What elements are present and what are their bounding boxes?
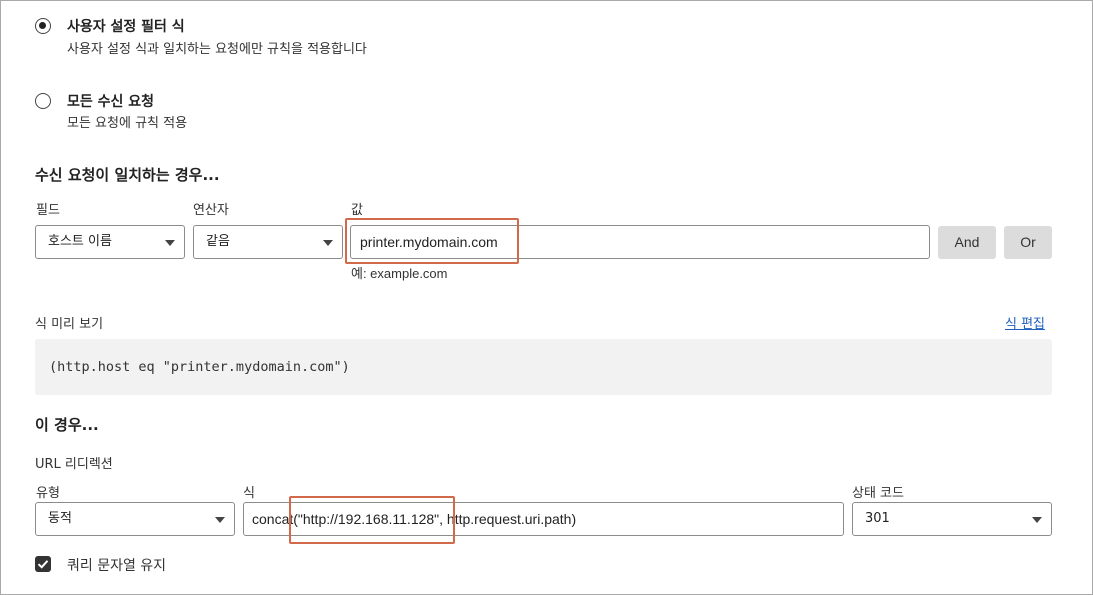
and-button[interactable]: And xyxy=(938,226,996,259)
status-code-select[interactable]: 301 xyxy=(852,502,1052,536)
expression-preview: (http.host eq "printer.mydomain.com") xyxy=(35,339,1052,395)
value-hint: 예: example.com xyxy=(351,266,448,281)
field-select-value: 호스트 이름 xyxy=(48,234,112,249)
expression-label: 식 xyxy=(243,486,255,501)
operator-select-value: 같음 xyxy=(206,234,230,249)
match-heading: 수신 요청이 일치하는 경우... xyxy=(35,166,220,184)
all-requests-radio[interactable] xyxy=(35,93,51,109)
edit-expression-link[interactable]: 식 편집 xyxy=(1005,313,1045,332)
type-select[interactable]: 동적 xyxy=(35,502,235,536)
preserve-query-checkbox[interactable] xyxy=(35,556,51,572)
all-requests-title: 모든 수신 요청 xyxy=(67,94,155,110)
status-code-value: 301 xyxy=(865,511,890,526)
chevron-down-icon xyxy=(165,240,175,246)
or-button[interactable]: Or xyxy=(1004,226,1052,259)
then-heading: 이 경우... xyxy=(35,416,99,434)
chevron-down-icon xyxy=(323,240,333,246)
chevron-down-icon xyxy=(1032,517,1042,523)
field-label: 필드 xyxy=(36,203,60,218)
value-label: 값 xyxy=(351,203,363,218)
preserve-query-label: 쿼리 문자열 유지 xyxy=(67,558,167,574)
custom-filter-radio[interactable] xyxy=(35,18,51,34)
value-highlight-box xyxy=(345,218,519,264)
type-select-value: 동적 xyxy=(48,511,72,526)
custom-filter-description: 사용자 설정 식과 일치하는 요청에만 규칙을 적용합니다 xyxy=(67,42,367,57)
expression-highlight-box xyxy=(289,496,455,544)
operator-select[interactable]: 같음 xyxy=(193,225,343,259)
operator-label: 연산자 xyxy=(193,203,229,218)
status-code-label: 상태 코드 xyxy=(852,486,904,501)
chevron-down-icon xyxy=(215,517,225,523)
type-label: 유형 xyxy=(36,486,60,501)
action-label: URL 리디렉션 xyxy=(35,457,113,472)
all-requests-description: 모든 요청에 규칙 적용 xyxy=(67,116,188,131)
checkmark-icon xyxy=(37,560,49,569)
field-select[interactable]: 호스트 이름 xyxy=(35,225,185,259)
custom-filter-title: 사용자 설정 필터 식 xyxy=(67,19,185,35)
preview-label: 식 미리 보기 xyxy=(35,317,104,332)
